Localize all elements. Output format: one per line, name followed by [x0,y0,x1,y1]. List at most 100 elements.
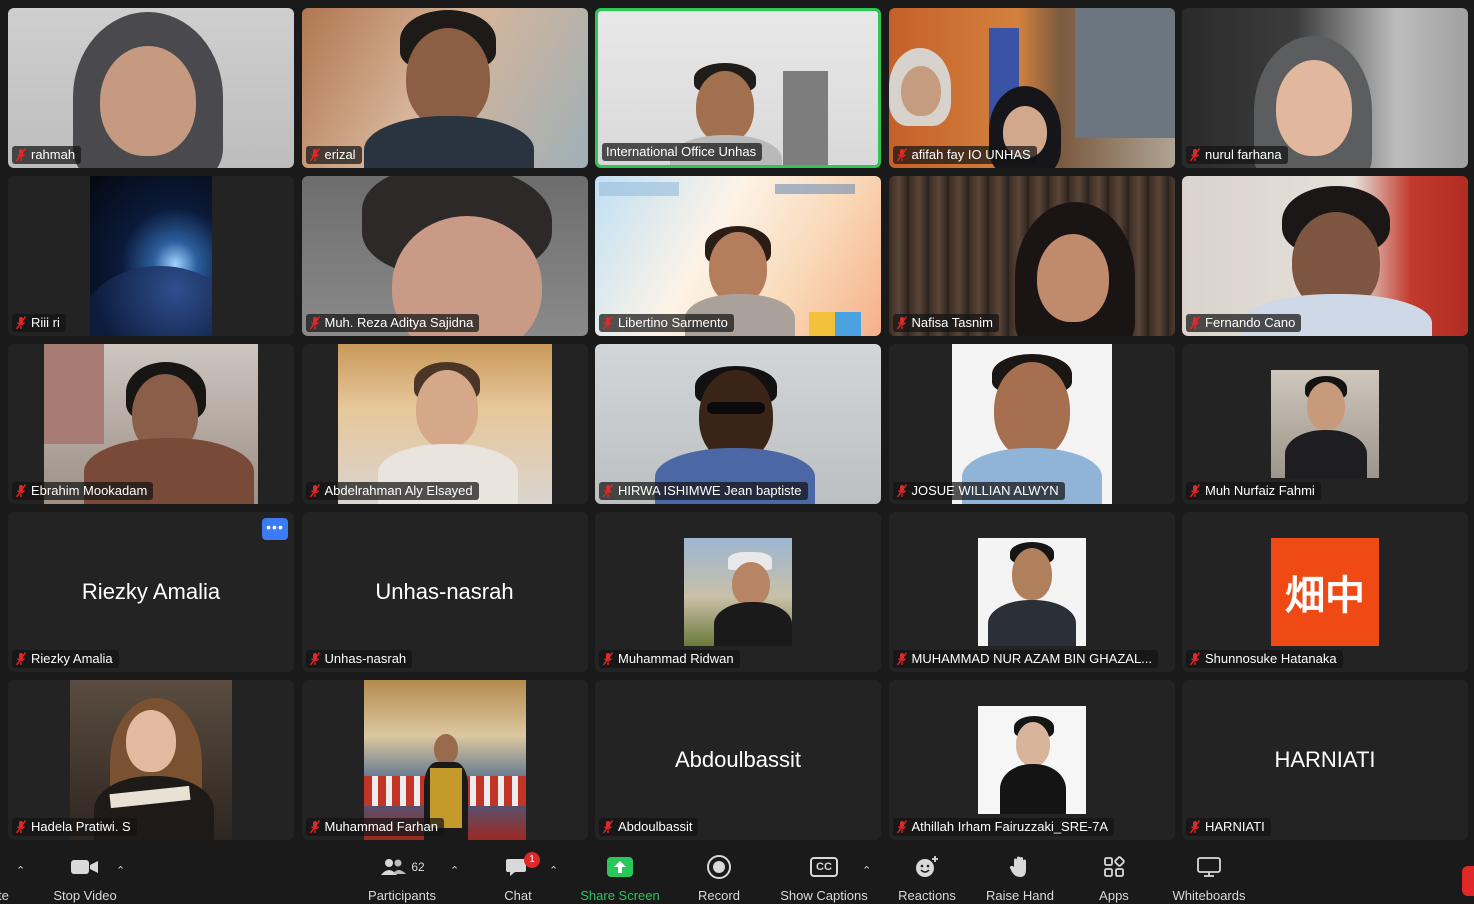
participant-name: HARNIATI [1205,819,1265,834]
name-tag: International Office Unhas [602,143,763,161]
participant-tile[interactable]: MUHAMMAD NUR AZAM BIN GHAZAL... [888,512,1175,672]
name-tag: Muh Nurfaiz Fahmi [1186,482,1321,500]
name-tag: MUHAMMAD NUR AZAM BIN GHAZAL... [892,650,1159,668]
chat-unread-badge: 1 [524,852,540,868]
captions-icon: CC [774,854,874,880]
audio-options-caret-icon[interactable]: ⌃ [16,864,25,877]
participant-tile[interactable]: Fernando Cano [1182,176,1468,336]
video-feed [301,176,588,336]
participant-tile[interactable]: Muh Nurfaiz Fahmi [1182,344,1468,504]
reactions-button[interactable]: Reactions [892,854,962,904]
muted-mic-icon [16,484,26,498]
name-tag: afifah fay IO UNHAS [892,146,1037,164]
participant-tile[interactable]: HIRWA ISHIMWE Jean baptiste [595,344,881,504]
participant-tile-active-speaker[interactable]: International Office Unhas [595,8,881,168]
profile-picture [684,538,792,646]
participant-tile[interactable]: HARNIATI HARNIATI [1182,680,1468,840]
chat-label: Chat [504,888,532,903]
participant-display-name: Abdoulbassit [675,747,801,772]
name-tag: Hadela Pratiwi. S [12,818,137,836]
participant-tile[interactable]: Abdelrahman Aly Elsayed [301,344,588,504]
participants-options-caret-icon[interactable]: ⌃ [450,864,459,877]
chat-options-caret-icon[interactable]: ⌃ [549,864,558,877]
apps-button[interactable]: Apps [1088,854,1140,904]
whiteboards-button[interactable]: Whiteboards [1164,854,1254,904]
participant-tile[interactable]: 畑中 Shunnosuke Hatanaka [1182,512,1468,672]
mute-button[interactable]: te [0,854,12,904]
name-tag: nurul farhana [1186,146,1288,164]
participant-name: nurul farhana [1205,147,1282,162]
name-tag: Muh. Reza Aditya Sajidna [305,314,480,332]
name-tag: Ebrahim Mookadam [12,482,154,500]
participant-tile[interactable]: Muhammad Ridwan [595,512,881,672]
more-options-button[interactable]: ••• [262,518,288,540]
participant-name: Muh. Reza Aditya Sajidna [324,315,474,330]
participant-tile[interactable]: Muhammad Farhan [301,680,588,840]
record-icon [688,854,750,880]
participant-tile[interactable]: Hadela Pratiwi. S [8,680,294,840]
muted-mic-icon [309,316,320,330]
muted-mic-icon [603,316,613,330]
participant-name: Abdelrahman Aly Elsayed [324,483,473,498]
participant-display-name: Riezky Amalia [81,579,221,604]
name-tag: Riii ri [12,314,66,332]
name-tag: Riezky Amalia [12,650,119,668]
participant-display-name: HARNIATI [1274,747,1376,772]
participant-name: Nafisa Tasnim [911,315,993,330]
participant-tile[interactable]: JOSUE WILLIAN ALWYN [888,344,1175,504]
chat-button[interactable]: 1 Chat [492,852,544,904]
participant-tile[interactable]: Nafisa Tasnim [888,176,1175,336]
participant-tile[interactable]: nurul farhana [1182,8,1468,168]
muted-mic-icon [1190,652,1200,666]
record-button[interactable]: Record [688,854,750,904]
video-feed [363,680,526,840]
participants-icon [381,859,407,875]
share-screen-button[interactable]: Share Screen [574,854,666,904]
show-captions-label: Show Captions [780,888,868,903]
name-tag: HIRWA ISHIMWE Jean baptiste [599,482,808,500]
mute-label: te [0,888,9,903]
participant-tile[interactable]: Abdoulbassit Abdoulbassit [595,680,881,840]
name-tag: Athillah Irham Fairuzzaki_SRE-7A [892,818,1115,836]
end-meeting-button[interactable] [1462,866,1474,896]
participant-tile[interactable]: rahmah [8,8,294,168]
participant-tile[interactable]: Athillah Irham Fairuzzaki_SRE-7A [888,680,1175,840]
raise-hand-icon [980,854,1060,880]
video-feed [8,8,294,168]
participant-tile[interactable]: Riezky Amalia ••• Riezky Amalia [8,512,294,672]
participant-display-name: Unhas-nasrah [375,579,514,604]
muted-mic-icon [603,484,613,498]
muted-mic-icon [896,148,907,162]
whiteboard-icon [1164,854,1254,880]
show-captions-button[interactable]: CC Show Captions [774,854,874,904]
participant-tile[interactable]: Libertino Sarmento [595,176,881,336]
participant-tile[interactable]: Unhas-nasrah Unhas-nasrah [301,512,588,672]
participant-tile[interactable]: erizal [301,8,588,168]
participant-tile[interactable]: Riii ri [8,176,294,336]
participant-name: rahmah [31,147,76,162]
participants-button[interactable]: 62 Participants [358,854,446,904]
name-tag: JOSUE WILLIAN ALWYN [892,482,1065,500]
name-tag: Fernando Cano [1186,314,1302,332]
participant-tile[interactable]: afifah fay IO UNHAS [888,8,1175,168]
record-label: Record [698,888,740,903]
participant-name: Hadela Pratiwi. S [31,819,131,834]
participant-name: Muhammad Ridwan [618,651,734,666]
video-feed [44,344,258,504]
participant-name: MUHAMMAD NUR AZAM BIN GHAZAL... [911,651,1153,666]
participant-tile[interactable]: Ebrahim Mookadam [8,344,294,504]
muted-mic-icon [896,652,907,666]
participant-tile[interactable]: Muh. Reza Aditya Sajidna [301,176,588,336]
muted-mic-icon [309,820,320,834]
video-camera-icon [44,854,126,880]
name-tag: Muhammad Farhan [305,818,444,836]
name-tag: Muhammad Ridwan [599,650,740,668]
participant-name: erizal [324,147,356,162]
meeting-window: rahmah erizal International Office Unhas [0,0,1474,904]
participant-name: HIRWA ISHIMWE Jean baptiste [618,483,802,498]
participant-name: Libertino Sarmento [618,315,728,330]
video-options-caret-icon[interactable]: ⌃ [116,864,125,877]
stop-video-button[interactable]: Stop Video [44,854,126,904]
captions-options-caret-icon[interactable]: ⌃ [862,864,871,877]
raise-hand-button[interactable]: Raise Hand [980,854,1060,904]
